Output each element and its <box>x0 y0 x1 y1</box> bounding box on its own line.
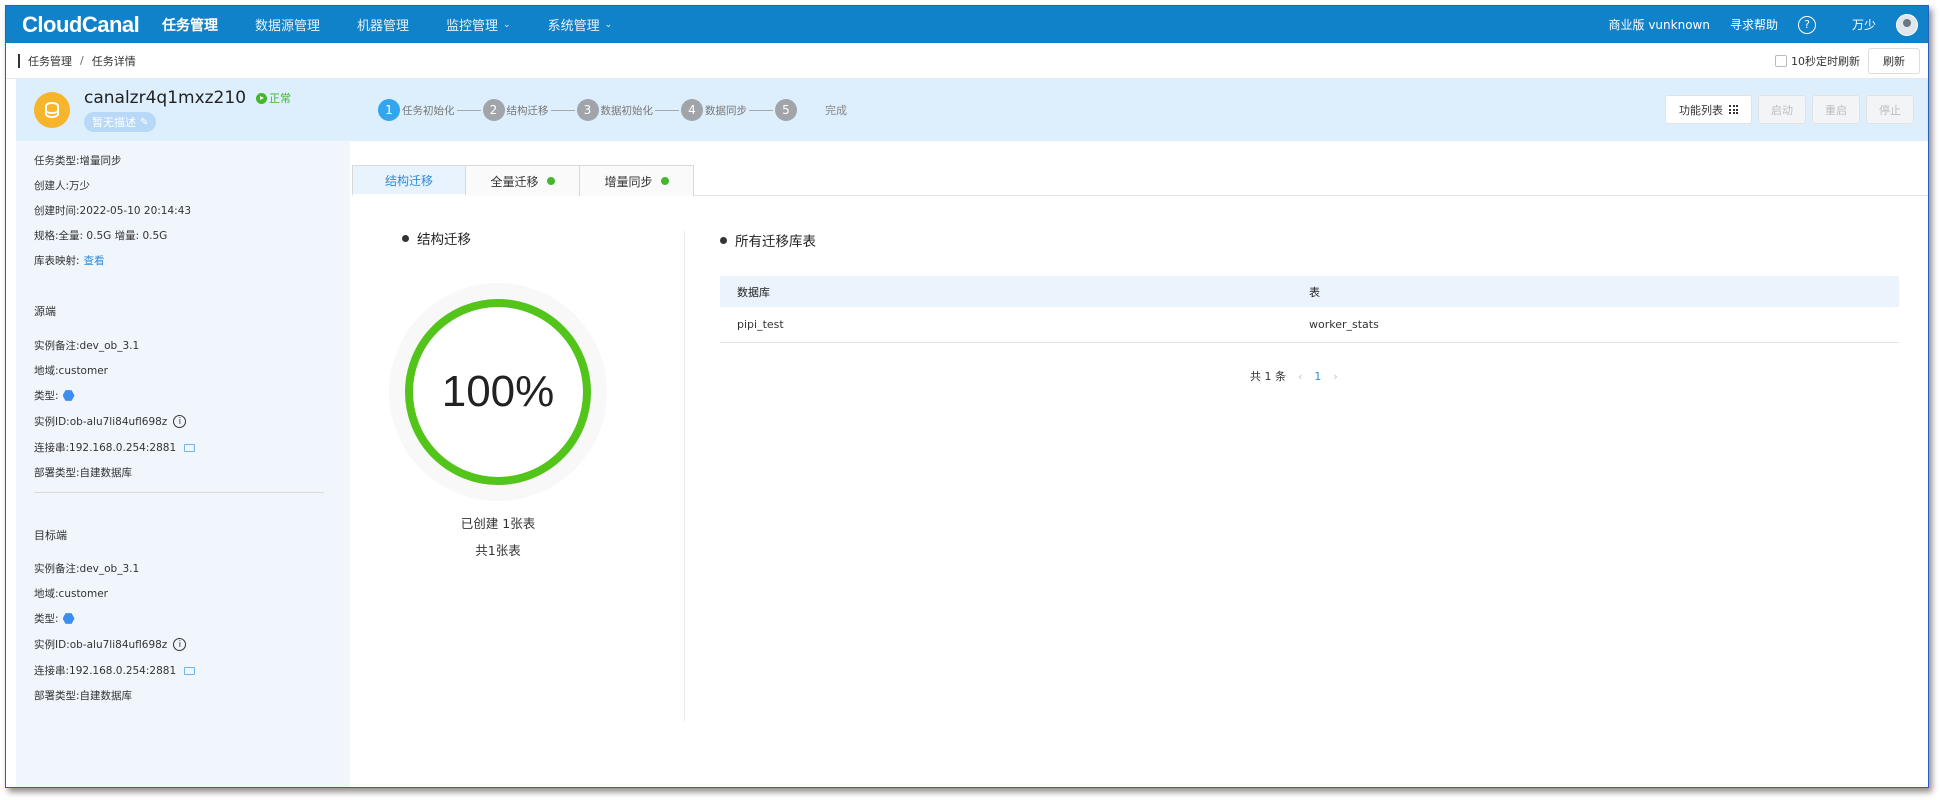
migration-table: 数据库 表 pipi_test worker_stats <box>720 276 1899 343</box>
column-header-database: 数据库 <box>737 285 770 299</box>
chevron-down-icon: ⌄ <box>604 19 613 30</box>
target-remark-row: 实例备注: dev_ob_3.1 <box>34 562 140 576</box>
mapping-view-link[interactable]: 查看 <box>84 253 105 268</box>
nav-task-management[interactable]: 任务管理 <box>162 15 218 35</box>
refresh-area: 10秒定时刷新 刷新 <box>1775 47 1928 74</box>
edit-icon[interactable]: ✎ <box>140 117 148 128</box>
source-title: 源端 <box>34 305 56 318</box>
oceanbase-icon <box>62 613 75 624</box>
start-button[interactable]: 启动 <box>1758 95 1806 124</box>
source-type-row: 类型: <box>34 388 75 403</box>
nav-datasource-management[interactable]: 数据源管理 <box>255 15 320 34</box>
tab-incremental-sync[interactable]: 增量同步 <box>580 165 694 196</box>
content-divider <box>684 231 685 721</box>
task-type-row: 任务类型: 增量同步 <box>34 155 122 167</box>
help-icon[interactable]: ? <box>1797 15 1816 34</box>
restart-button[interactable]: 重启 <box>1812 95 1860 124</box>
oceanbase-icon <box>62 390 75 401</box>
step-5: 5 完成 <box>775 99 847 121</box>
function-list-button[interactable]: 功能列表 <box>1665 95 1752 124</box>
user-name[interactable]: 万少 <box>1852 16 1876 33</box>
tab-full-migration[interactable]: 全量迁移 <box>466 165 580 196</box>
source-deploy-row: 部署类型: 自建数据库 <box>34 467 133 479</box>
help-link[interactable]: 寻求帮助 <box>1730 16 1778 33</box>
tab-structure-migration[interactable]: 结构迁移 <box>352 165 466 196</box>
nav-right: 商业版 vunknown 寻求帮助 ? 万少 <box>1608 13 1928 36</box>
source-remark-row: 实例备注: dev_ob_3.1 <box>34 339 140 353</box>
sidebar-divider <box>34 492 324 493</box>
column-header-table: 表 <box>1309 285 1320 299</box>
play-circle-icon <box>256 92 268 104</box>
target-region-row: 地域: customer <box>34 587 108 601</box>
step-3: 3 数据初始化 <box>576 99 653 121</box>
progress-ring: 100% <box>389 283 607 501</box>
spec-row: 规格: 全量: 0.5G 增量: 0.5G <box>34 230 168 242</box>
nav-system-management[interactable]: 系统管理 ⌄ <box>548 15 613 34</box>
source-region-row: 地域: customer <box>34 364 108 378</box>
info-icon[interactable]: i <box>173 638 187 651</box>
source-conn-row: 连接串: 192.168.0.254:2881 <box>34 440 196 455</box>
breadcrumb-task-detail: 任务详情 <box>91 54 136 68</box>
target-id-row: 实例ID: ob-alu7li84ufl698z i <box>34 637 187 652</box>
avatar[interactable] <box>1896 13 1918 36</box>
target-deploy-row: 部署类型: 自建数据库 <box>34 690 133 702</box>
task-info-sidebar: 任务类型: 增量同步 创建人: 万少 创建时间: 2022-05-10 20:14:4… <box>16 141 350 787</box>
status-dot <box>660 177 669 185</box>
step-4: 4 数据同步 <box>681 99 747 121</box>
app-logo[interactable]: CloudCanal <box>22 12 162 38</box>
chevron-down-icon: ⌄ <box>503 19 511 30</box>
task-name: canalzr4q1mxz210 <box>84 88 247 108</box>
breadcrumb-task-management[interactable]: 任务管理 <box>28 53 72 69</box>
pagination: 共 1 条 ‹ 1 › <box>1250 368 1350 384</box>
task-header: canalzr4q1mxz210 正常 暂无描述 ✎ 1 任务初始化 2 结构迁… <box>16 79 1928 141</box>
edition-label: 商业版 vunknown <box>1608 18 1710 32</box>
total-tables-text: 共1张表 <box>475 543 521 558</box>
created-tables-text: 已创建 1张表 <box>460 516 536 531</box>
auto-refresh-checkbox[interactable] <box>1775 54 1787 67</box>
target-type-row: 类型: <box>34 611 75 626</box>
description-tag[interactable]: 暂无描述 ✎ <box>84 112 157 132</box>
nav-monitor-management[interactable]: 监控管理 ⌄ <box>446 15 511 34</box>
progress-percent: 100% <box>441 367 555 416</box>
created-time-row: 创建时间: 2022-05-10 20:14:43 <box>34 204 192 218</box>
tables-section-title: 所有迁移库表 <box>720 230 816 250</box>
target-title: 目标端 <box>34 529 67 542</box>
status-dot <box>546 177 555 185</box>
database-icon <box>34 92 70 128</box>
copy-icon[interactable] <box>184 443 196 452</box>
cell-database: pipi_test <box>737 318 784 331</box>
nav-machine-management[interactable]: 机器管理 <box>357 15 409 34</box>
table-row[interactable]: pipi_test worker_stats <box>720 307 1899 343</box>
mapping-row: 库表映射: 查看 <box>34 253 105 268</box>
auto-refresh-label[interactable]: 10秒定时刷新 <box>1791 53 1860 69</box>
table-header: 数据库 表 <box>720 276 1899 307</box>
breadcrumb-bar: 任务管理 / 任务详情 10秒定时刷新 刷新 <box>6 43 1928 79</box>
grid-icon <box>1729 105 1738 114</box>
detail-tabs: 结构迁移 全量迁移 增量同步 <box>352 165 1928 196</box>
task-steps: 1 任务初始化 2 结构迁移 3 数据初始化 4 数据同步 5 完成 <box>378 99 847 121</box>
target-conn-row: 连接串: 192.168.0.254:2881 <box>34 663 196 678</box>
breadcrumb-separator: / <box>80 54 84 67</box>
total-count: 共 1 条 <box>1250 370 1286 383</box>
structure-section-title: 结构迁移 <box>402 228 471 248</box>
info-icon[interactable]: i <box>173 415 187 428</box>
step-2: 2 结构迁移 <box>482 99 549 121</box>
page-number[interactable]: 1 <box>1314 370 1321 383</box>
task-actions: 功能列表 启动 重启 停止 <box>1659 95 1914 124</box>
breadcrumb-marker <box>18 53 20 68</box>
next-page-icon[interactable]: › <box>1333 370 1337 383</box>
source-id-row: 实例ID: ob-alu7li84ufl698z i <box>34 414 187 429</box>
top-nav: CloudCanal 任务管理 数据源管理 机器管理 监控管理 ⌄ 系统管理 ⌄ 商… <box>6 6 1928 43</box>
refresh-button[interactable]: 刷新 <box>1868 47 1920 74</box>
prev-page-icon[interactable]: ‹ <box>1298 370 1302 383</box>
cell-table: worker_stats <box>1309 318 1379 331</box>
stop-button[interactable]: 停止 <box>1866 95 1914 124</box>
step-1: 1 任务初始化 <box>378 99 455 121</box>
copy-icon[interactable] <box>184 666 196 675</box>
app-window: CloudCanal 任务管理 数据源管理 机器管理 监控管理 ⌄ 系统管理 ⌄ 商… <box>5 5 1929 788</box>
status-badge: 正常 <box>256 90 291 106</box>
creator-row: 创建人: 万少 <box>34 180 91 192</box>
